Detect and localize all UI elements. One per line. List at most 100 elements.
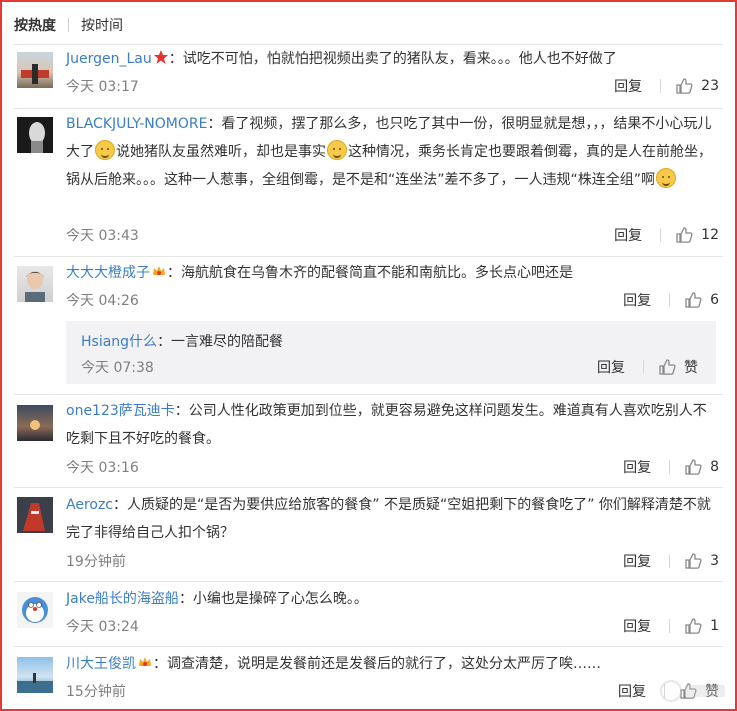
avatar[interactable] [17,657,53,693]
like-count: 1 [710,618,719,634]
like-count: 12 [701,227,719,243]
comment-text: ：人质疑的是“是否为要供应给旅客的餐食” 不是质疑“空姐把剩下的餐食吃了” 你们… [66,497,711,541]
avatar[interactable] [17,52,53,88]
thumb-up-icon [676,227,693,243]
action-divider [669,619,671,633]
comment-meta: 今天 04:26 回复 6 [66,290,719,310]
sort-hot-tab[interactable]: 按热度 [14,15,56,35]
divider [14,646,723,647]
comment-meta: 今天 03:16 回复 8 [66,457,719,477]
comment-meta: 15分钟前 回复 赞 [66,681,719,701]
thumb-up-icon [685,553,702,569]
like-count: 6 [710,292,719,308]
reply-text: ：一言难尽的陪配餐 [157,334,284,350]
reply-username[interactable]: Hsiang什么 [81,334,157,350]
comment-text: ：海航航食在乌鲁木齐的配餐简直不能和南航比。多长点心吧还是 [167,265,573,281]
reply-body: Hsiang什么：一言难尽的陪配餐 [81,330,283,354]
thumb-up-icon [685,292,702,308]
nested-reply: Hsiang什么：一言难尽的陪配餐 今天 07:38 回复 赞 [66,321,716,384]
reply-button[interactable]: 回复 [623,616,651,636]
sort-bar: 按热度 按时间 [14,15,123,35]
comment-time: 今天 03:17 [66,79,139,95]
sort-time-tab[interactable]: 按时间 [81,15,123,35]
comment-time: 19分钟前 [66,554,126,570]
action-divider [669,554,671,568]
sort-divider [68,18,69,32]
comment-text: ：调查清楚，说明是发餐前还是发餐后的就行了，这处分太严厉了唉…… [153,656,601,672]
action-divider [660,79,662,93]
like-count: 3 [710,553,719,569]
reply-button[interactable]: 回复 [614,76,642,96]
comment-username[interactable]: BLACKJULY-NOMORE [66,116,207,132]
comment-username[interactable]: 川大王俊凯 [66,656,136,672]
like-button[interactable]: 23 [675,77,719,95]
divider [14,394,723,395]
comment-meta: 今天 03:24 回复 1 [66,616,719,636]
divider [14,108,723,109]
reply-button[interactable]: 回复 [618,681,646,701]
comment-time: 今天 03:43 [66,228,139,244]
reply-button[interactable]: 回复 [623,457,651,477]
laugh-emoji-icon [656,168,677,188]
reply-meta: 今天 07:38 回复 赞 [81,357,698,377]
reply-button[interactable]: 回复 [623,551,651,571]
sweat-smile-emoji-icon [95,140,115,160]
thumb-up-icon [685,618,702,634]
like-button[interactable]: 3 [684,552,719,570]
reply-time: 今天 07:38 [81,360,154,376]
divider [14,256,723,257]
comment-meta: 今天 03:43 回复 12 [66,225,719,245]
comment-text: ：小编也是操碎了心怎么晚。。 [178,591,368,607]
comment-body: Jake船长的海盗船：小编也是操碎了心怎么晚。。 [66,585,719,613]
action-divider [669,293,671,307]
like-button[interactable]: 12 [675,226,719,244]
vip-crown-badge-icon [139,657,151,666]
like-count: 8 [710,459,719,475]
comment-body: Aerozc：人质疑的是“是否为要供应给旅客的餐食” 不是质疑“空姐把剩下的餐食… [66,491,719,547]
reply-button[interactable]: 回复 [623,290,651,310]
avatar[interactable] [17,497,53,533]
comment-text-continued: 说她猪队友虽然难听，却也是事实 [116,144,326,160]
watermark-logo-icon [660,680,725,702]
avatar[interactable] [17,117,53,153]
like-count: 赞 [684,360,698,376]
comment-body: one123萨瓦迪卡：公司人性化政策更加到位些，就更容易避免这样问题发生。难道真… [66,397,719,453]
avatar[interactable] [17,266,53,302]
comment-body: BLACKJULY-NOMORE：看了视频，摆了那么多，也只吃了其中一份，很明显… [66,110,719,194]
comment-meta: 今天 03:17 回复 23 [66,76,719,96]
comment-body: 大大大橙成子 ：海航航食在乌鲁木齐的配餐简直不能和南航比。多长点心吧还是 [66,259,719,287]
comment-meta: 19分钟前 回复 3 [66,551,719,571]
star-badge-icon [153,50,168,64]
comment-username[interactable]: Jake船长的海盗船 [66,591,179,607]
like-button[interactable]: 赞 [658,357,698,377]
thumb-up-icon [676,78,693,94]
avatar[interactable] [17,592,53,628]
like-button[interactable]: 1 [684,617,719,635]
like-button[interactable]: 6 [684,291,719,309]
comment-body: Juergen_Lau ：试吃不可怕，怕就怕把视频出卖了的猪队友，看来。。。他人也… [66,45,719,73]
comment-text: ：试吃不可怕，怕就怕把视频出卖了的猪队友，看来。。。他人也不好做了 [168,51,617,67]
comment-time: 今天 03:24 [66,619,139,635]
thumb-up-icon [685,459,702,475]
like-count: 23 [701,78,719,94]
comment-time: 今天 04:26 [66,293,139,309]
reply-button[interactable]: 回复 [597,357,625,377]
divider [14,487,723,488]
reply-button[interactable]: 回复 [614,225,642,245]
action-divider [660,228,662,242]
comment-username[interactable]: Juergen_Lau [66,51,152,67]
comment-username[interactable]: one123萨瓦迪卡 [66,403,175,419]
action-divider [643,360,644,374]
action-divider [669,460,671,474]
comment-time: 今天 03:16 [66,460,139,476]
comment-username[interactable]: Aerozc [66,497,113,513]
vip-crown-badge-icon [153,266,165,275]
sweat-smile-emoji-icon [327,140,347,160]
thumb-up-icon [659,359,676,375]
avatar[interactable] [17,405,53,441]
like-button[interactable]: 8 [684,458,719,476]
divider [14,581,723,582]
comment-body: 川大王俊凯 ：调查清楚，说明是发餐前还是发餐后的就行了，这处分太严厉了唉…… [66,650,719,678]
comment-username[interactable]: 大大大橙成子 [66,265,150,281]
comment-time: 15分钟前 [66,684,126,700]
